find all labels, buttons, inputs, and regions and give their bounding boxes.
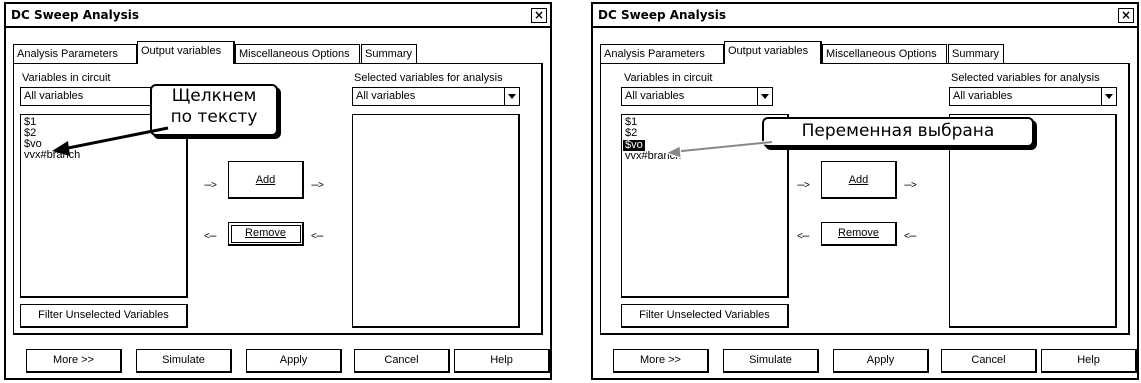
cancel-button[interactable]: Cancel: [354, 349, 450, 373]
selected-filter-select[interactable]: All variables: [949, 87, 1117, 106]
selected-filter-value: All variables: [356, 90, 416, 102]
list-item[interactable]: vvx#branch: [21, 150, 186, 161]
tab-miscellaneous-options[interactable]: Miscellaneous Options: [235, 44, 360, 63]
click-text-callout: Щелкнем по тексту: [150, 84, 278, 136]
help-button[interactable]: Help: [454, 349, 550, 373]
window-title: DC Sweep Analysis: [11, 8, 139, 22]
cancel-button[interactable]: Cancel: [941, 349, 1037, 373]
tab-output-variables[interactable]: Output variables: [724, 41, 822, 64]
add-arrow-right: --->: [904, 180, 917, 191]
tab-analysis-parameters[interactable]: Analysis Parameters: [13, 44, 137, 63]
remove-arrow-right: <---: [311, 231, 324, 242]
apply-button[interactable]: Apply: [246, 349, 342, 373]
remove-arrow-left: <---: [797, 231, 810, 242]
variable-selected-callout: Переменная выбрана: [762, 117, 1034, 147]
filter-unselected-variables-button[interactable]: Filter Unselected Variables: [621, 304, 789, 328]
dc-sweep-dialog-left: DC Sweep Analysis × Analysis Parameters …: [4, 2, 552, 380]
dc-sweep-dialog-right: DC Sweep Analysis × Analysis Parameters …: [591, 2, 1139, 380]
selected-variables-label: Selected variables for analysis: [951, 72, 1100, 84]
chevron-down-icon[interactable]: [757, 88, 772, 105]
tab-summary[interactable]: Summary: [361, 44, 417, 63]
help-button[interactable]: Help: [1041, 349, 1137, 373]
add-button[interactable]: Add: [228, 161, 304, 199]
variables-filter-value: All variables: [625, 90, 685, 102]
remove-arrow-left: <---: [204, 231, 217, 242]
output-variables-panel: Variables in circuit All variables $1 $2…: [13, 63, 543, 335]
variables-filter-value: All variables: [24, 90, 84, 102]
add-arrow-left: --->: [204, 180, 217, 191]
add-button-label: Add: [848, 174, 869, 186]
selected-filter-value: All variables: [953, 90, 1013, 102]
title-bar: DC Sweep Analysis ×: [6, 4, 550, 28]
tab-miscellaneous-options[interactable]: Miscellaneous Options: [822, 44, 947, 63]
add-button-label: Add: [255, 174, 276, 186]
chevron-down-icon[interactable]: [504, 88, 519, 105]
more-button[interactable]: More >>: [26, 349, 122, 373]
add-arrow-left: --->: [797, 180, 810, 191]
selected-variables-label: Selected variables for analysis: [354, 72, 503, 84]
selected-filter-select[interactable]: All variables: [352, 87, 520, 106]
window-title: DC Sweep Analysis: [598, 8, 726, 22]
simulate-button[interactable]: Simulate: [723, 349, 819, 373]
remove-button[interactable]: Remove: [821, 222, 897, 246]
remove-arrow-right: <---: [904, 231, 917, 242]
callout-line-2: по тексту: [170, 107, 258, 127]
chevron-down-icon[interactable]: [1101, 88, 1116, 105]
tab-analysis-parameters[interactable]: Analysis Parameters: [600, 44, 724, 63]
output-variables-panel: Variables in circuit All variables $1 $2…: [600, 63, 1130, 335]
variables-in-circuit-label: Variables in circuit: [624, 72, 713, 84]
more-button[interactable]: More >>: [613, 349, 709, 373]
apply-button[interactable]: Apply: [833, 349, 929, 373]
remove-button-label: Remove: [838, 227, 879, 239]
variables-in-circuit-label: Variables in circuit: [22, 72, 111, 84]
list-item[interactable]: vvx#branch: [622, 151, 787, 162]
remove-button[interactable]: Remove: [228, 222, 304, 246]
callout-line-1: Щелкнем: [171, 86, 257, 106]
variables-listbox[interactable]: $1 $2 $vo vvx#branch: [20, 114, 188, 298]
filter-unselected-variables-button[interactable]: Filter Unselected Variables: [20, 304, 188, 328]
remove-button-label: Remove: [245, 227, 286, 239]
close-icon[interactable]: ×: [531, 8, 547, 23]
variables-filter-select[interactable]: All variables: [621, 87, 773, 106]
tab-output-variables[interactable]: Output variables: [137, 41, 235, 64]
close-icon[interactable]: ×: [1118, 8, 1134, 23]
title-bar: DC Sweep Analysis ×: [593, 4, 1137, 28]
add-button[interactable]: Add: [821, 161, 897, 199]
tab-summary[interactable]: Summary: [948, 44, 1004, 63]
selected-variables-listbox[interactable]: [352, 114, 520, 328]
add-arrow-right: --->: [311, 180, 324, 191]
simulate-button[interactable]: Simulate: [136, 349, 232, 373]
